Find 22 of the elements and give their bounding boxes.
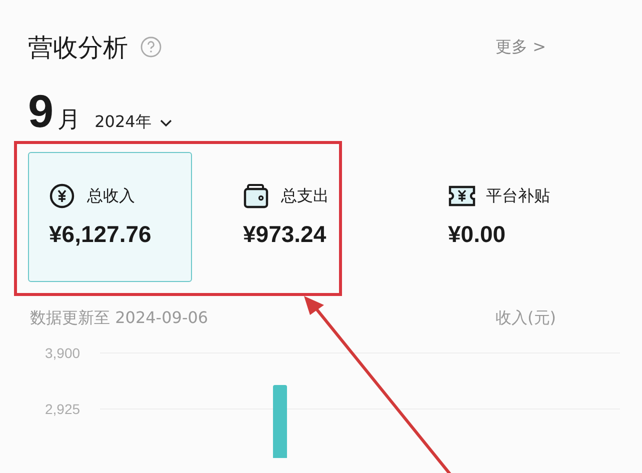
update-note: 数据更新至 2024-09-06 [30, 308, 208, 329]
summary-card[interactable]: 总支出 ¥973.24 [222, 152, 397, 282]
month-unit: 月 [58, 106, 81, 135]
axis-tick-label: 2,925 [45, 401, 80, 417]
axis-tick-label: 3,900 [45, 345, 80, 361]
chart-unit: 收入(元) [496, 308, 556, 329]
card-amount: ¥973.24 [243, 221, 328, 248]
card-label: 总收入 [87, 186, 135, 206]
card-amount: ¥6,127.76 [49, 221, 152, 248]
year-dropdown[interactable]: 2024年 [94, 112, 174, 133]
chevron-down-icon[interactable] [159, 118, 174, 128]
yen-coin-icon [49, 183, 77, 209]
summary-card[interactable]: 平台补贴 ¥0.00 [427, 152, 602, 282]
card-amount: ¥0.00 [448, 221, 507, 248]
card-label: 总支出 [281, 186, 329, 206]
wallet-icon [243, 183, 271, 209]
section-title: 营收分析 [28, 32, 128, 64]
card-label: 平台补贴 [486, 186, 550, 206]
month-number: 9 [28, 84, 54, 138]
summary-card[interactable]: 总收入 ¥6,127.76 [28, 152, 192, 282]
ticket-icon [448, 183, 476, 209]
help-icon [140, 36, 162, 58]
